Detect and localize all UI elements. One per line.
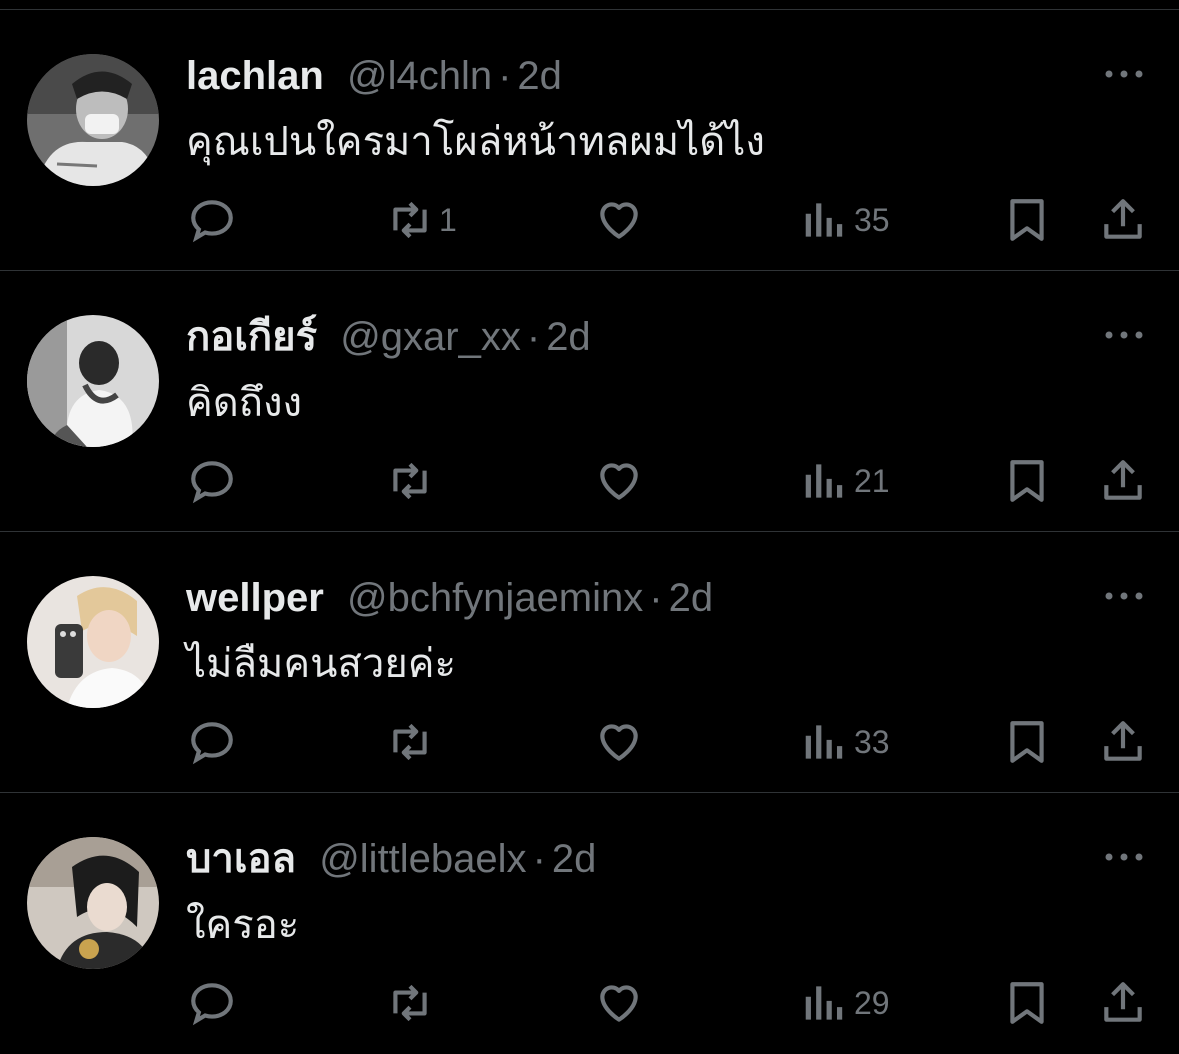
user-handle[interactable]: @l4chln (347, 54, 492, 98)
views-icon (805, 986, 843, 1020)
retweet-icon (393, 984, 427, 1022)
bookmark-icon (1010, 982, 1044, 1024)
views-button[interactable]: 33 (800, 702, 890, 782)
share-button[interactable] (1098, 963, 1148, 1043)
bookmark-icon (1010, 199, 1044, 241)
bookmark-button[interactable] (1002, 702, 1052, 782)
share-button[interactable] (1098, 441, 1148, 521)
retweet-icon (393, 723, 427, 761)
share-icon (1104, 982, 1142, 1022)
reply-button[interactable] (187, 441, 237, 521)
reply-icon (191, 461, 233, 504)
views-icon (805, 464, 843, 498)
more-icon[interactable] (1103, 325, 1145, 345)
like-button[interactable] (594, 180, 648, 260)
user-handle[interactable]: @bchfynjaeminx (347, 576, 643, 620)
separator-dot: · (532, 837, 546, 881)
bookmark-button[interactable] (1002, 180, 1052, 260)
like-button[interactable] (594, 702, 648, 782)
views-icon (805, 725, 843, 759)
retweet-button[interactable]: 1 (385, 180, 457, 260)
bookmark-button[interactable] (1002, 441, 1052, 521)
views-button[interactable]: 29 (800, 963, 890, 1043)
timestamp[interactable]: 2d (669, 576, 714, 620)
views-count: 21 (854, 462, 890, 499)
reply-header: wellper @bchfynjaeminx · 2d (186, 568, 713, 628)
bookmark-icon (1010, 721, 1044, 763)
retweet-count: 1 (439, 201, 457, 238)
reply-button[interactable] (187, 963, 237, 1043)
reply-header: บาเอล @littlebaelx · 2d (186, 829, 596, 889)
bookmark-icon (1010, 460, 1044, 502)
more-icon[interactable] (1103, 847, 1145, 867)
user-handle[interactable]: @gxar_xx (340, 315, 521, 359)
views-count: 33 (854, 723, 890, 760)
heart-icon (600, 463, 638, 500)
avatar[interactable] (27, 54, 159, 186)
reply-header: กอเกียร์ @gxar_xx · 2d (186, 307, 591, 367)
avatar[interactable] (27, 315, 159, 447)
share-button[interactable] (1098, 702, 1148, 782)
retweet-icon (393, 462, 427, 500)
like-button[interactable] (594, 963, 648, 1043)
separator-dot: · (498, 54, 512, 98)
timestamp[interactable]: 2d (546, 315, 591, 359)
separator-dot: · (526, 315, 541, 359)
heart-icon (600, 985, 638, 1022)
action-bar: 21 (0, 441, 1179, 521)
reply-text: ใครอะ (186, 902, 300, 948)
reply-text: ไม่ลืมคนสวยค่ะ (186, 641, 457, 687)
bookmark-button[interactable] (1002, 963, 1052, 1043)
reply-header: lachlan @l4chln · 2d (186, 46, 562, 106)
share-icon (1104, 199, 1142, 239)
user-handle[interactable]: @littlebaelx (319, 837, 526, 881)
more-icon[interactable] (1103, 586, 1145, 606)
action-bar: 1 35 (0, 180, 1179, 260)
heart-icon (600, 724, 638, 761)
like-button[interactable] (594, 441, 648, 521)
action-bar: 33 (0, 702, 1179, 782)
views-button[interactable]: 35 (800, 180, 890, 260)
retweet-button[interactable] (385, 963, 439, 1043)
share-icon (1104, 721, 1142, 761)
display-name[interactable]: lachlan (186, 54, 324, 98)
retweet-button[interactable] (385, 702, 439, 782)
heart-icon (600, 202, 638, 239)
reply-button[interactable] (187, 702, 237, 782)
reply-item[interactable]: wellper @bchfynjaeminx · 2d ไม่ลืมคนสวยค่ะ… (0, 532, 1179, 793)
reply-icon (191, 722, 233, 765)
display-name[interactable]: wellper (186, 576, 324, 620)
views-icon (805, 203, 843, 237)
action-bar: 29 (0, 963, 1179, 1043)
share-icon (1104, 460, 1142, 500)
views-button[interactable]: 21 (800, 441, 890, 521)
reply-text: คุณเปนใครมาโผล่หน้าทลผมได้ไง (186, 119, 765, 165)
separator-dot: · (649, 576, 663, 620)
views-count: 29 (854, 984, 890, 1021)
retweet-icon (393, 201, 427, 239)
display-name[interactable]: บาเอล (186, 836, 296, 882)
reply-item[interactable]: กอเกียร์ @gxar_xx · 2d คิดถึงง 21 (0, 271, 1179, 532)
retweet-button[interactable] (385, 441, 439, 521)
reply-item[interactable]: บาเอล @littlebaelx · 2d ใครอะ 29 (0, 793, 1179, 1054)
avatar[interactable] (27, 837, 159, 969)
reply-item[interactable]: lachlan @l4chln · 2d คุณเปนใครมาโผล่หน้าทล… (0, 10, 1179, 271)
avatar[interactable] (27, 576, 159, 708)
views-count: 35 (854, 201, 890, 238)
reply-text: คิดถึงง (186, 380, 303, 426)
reply-button[interactable] (187, 180, 237, 260)
reply-icon (191, 200, 233, 243)
timestamp[interactable]: 2d (552, 837, 597, 881)
more-icon[interactable] (1103, 64, 1145, 84)
reply-icon (191, 983, 233, 1026)
share-button[interactable] (1098, 180, 1148, 260)
timestamp[interactable]: 2d (517, 54, 562, 98)
display-name[interactable]: กอเกียร์ (186, 314, 317, 360)
